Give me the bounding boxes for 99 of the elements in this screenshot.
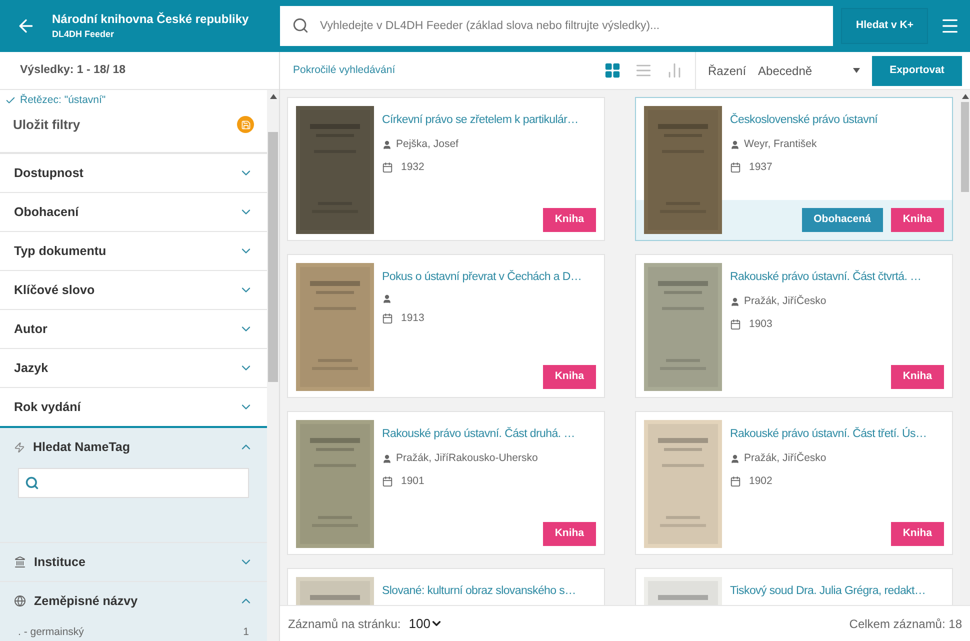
save-filters-label: Uložit filtry	[13, 116, 80, 134]
author-text: Pražák, JiříČesko	[744, 294, 826, 309]
year-text: 1903	[749, 316, 772, 332]
filter-header[interactable]: Instituce	[0, 543, 267, 582]
author-text: Pražák, JiříRakousko-Uhersko	[396, 451, 538, 466]
year-text: 1913	[401, 311, 424, 326]
calendar-icon	[730, 162, 741, 174]
app-subtitle: DL4DH Feeder	[52, 28, 116, 42]
result-card[interactable]: Pokus o ústavní převrat v Čechách a D… 1913 Kniha	[287, 254, 605, 398]
result-card[interactable]: Slované: kulturní obraz slovanského s…	[287, 568, 605, 605]
calendar-icon	[730, 319, 741, 330]
save-button[interactable]	[237, 116, 254, 133]
result-card[interactable]: Rakouské právo ústavní. Část třetí. Ús… Pražák, JiříČesko 1902 Kniha	[635, 411, 953, 555]
result-title[interactable]: Slované: kulturní obraz slovanského s…	[382, 583, 596, 599]
result-title[interactable]: Tiskový soud Dra. Julia Grégra, redakt…	[730, 583, 944, 599]
result-title[interactable]: Církevní právo se zřetelem k partikulár…	[382, 112, 596, 128]
filter-header[interactable]: Typ dokumentu	[0, 232, 267, 270]
filter-label: Rok vydání	[14, 398, 82, 416]
results-count: Výsledky: 1 - 18/ 18	[20, 62, 126, 78]
filter-header[interactable]: Obohacení	[0, 193, 267, 232]
filter-header[interactable]: Rok vydání	[0, 388, 267, 426]
scroll-up-icon[interactable]	[270, 94, 276, 99]
caret-icon[interactable]	[853, 68, 860, 73]
sort-value: Abecedně	[758, 62, 814, 80]
filter-header[interactable]: Zeměpisné názvy	[0, 582, 267, 620]
person-icon	[382, 140, 392, 150]
year-text: 1932	[401, 160, 424, 175]
result-card[interactable]: Církevní právo se zřetelem k partikulár… Pejška, Josef 1932 Kniha	[287, 97, 605, 241]
scroll-up-icon[interactable]	[962, 94, 968, 99]
chart-view-icon[interactable]	[666, 62, 683, 79]
option-label[interactable]: . - germainský	[18, 625, 84, 641]
save-icon	[240, 120, 250, 130]
filter-label: Instituce	[34, 554, 86, 571]
filter-label: Autor	[14, 320, 48, 338]
type-tag: Kniha	[542, 208, 596, 232]
nametag-search-field[interactable]	[18, 468, 249, 498]
year-text: 1937	[749, 160, 772, 175]
person-icon	[382, 294, 392, 304]
grid-view-icon[interactable]	[604, 62, 621, 79]
search-field[interactable]: Vyhledejte v DL4DH Feeder (základ slova nebo filtrujte výsledky)...	[280, 6, 833, 46]
bolt-icon	[14, 442, 25, 453]
calendar-icon	[730, 476, 741, 488]
year-text: 1901	[401, 474, 424, 489]
type-tag: Kniha	[890, 208, 944, 232]
result-card[interactable]: Československé právo ústavní Weyr, František 1937 Obohacená Kniha	[635, 97, 953, 241]
filter-header[interactable]: Autor	[0, 310, 267, 348]
advanced-search-link[interactable]: Pokročilé vyhledávání	[280, 62, 396, 78]
person-icon	[730, 140, 740, 150]
filter-header[interactable]: Dostupnost	[0, 154, 267, 192]
author-text: Pražák, JiříČesko	[744, 451, 826, 466]
type-tag: Kniha	[890, 365, 944, 389]
total-count: Celkem záznamů: 18	[849, 616, 962, 632]
person-icon	[382, 454, 392, 464]
calendar-icon	[382, 162, 393, 174]
enriched-tag: Obohacená	[802, 208, 883, 232]
per-page-label: Záznamů na stránku:	[288, 616, 401, 632]
result-title[interactable]: Rakouské právo ústavní. Část třetí. Ús…	[730, 426, 944, 442]
sort-label: Řazení	[708, 62, 746, 80]
result-title[interactable]: Rakouské právo ústavní. Část čtvrtá. …	[730, 269, 944, 285]
scrollbar-thumb[interactable]	[961, 102, 969, 192]
result-title[interactable]: Pokus o ústavní převrat v Čechách a D…	[382, 269, 596, 285]
globe-icon	[14, 595, 26, 608]
result-card[interactable]: Rakouské právo ústavní. Část čtvrtá. … Pražák, JiříČesko 1903 Kniha	[635, 254, 953, 398]
search-icon	[292, 17, 309, 34]
bank-icon	[14, 556, 26, 568]
filter-header[interactable]: Jazyk	[0, 349, 267, 388]
calendar-icon	[382, 313, 393, 324]
author-text: Weyr, František	[744, 137, 817, 152]
search-icon	[25, 476, 39, 490]
active-filter[interactable]: Řetězec: "ústavní"	[20, 93, 106, 109]
person-icon	[730, 454, 740, 464]
person-icon	[730, 296, 740, 307]
sidebar-scrollbar[interactable]	[267, 90, 279, 641]
filter-label: Klíčové slovo	[14, 282, 96, 299]
search-k-button[interactable]: Hledat v K+	[841, 8, 928, 44]
result-title[interactable]: Rakouské právo ústavní. Část druhá. …	[382, 426, 596, 442]
type-tag: Kniha	[542, 365, 596, 389]
list-view-icon[interactable]	[635, 62, 652, 79]
filter-label: Zeměpisné názvy	[34, 592, 139, 610]
export-button[interactable]: Exportovat	[872, 56, 962, 86]
type-tag: Kniha	[542, 522, 596, 546]
scrollbar-thumb[interactable]	[268, 132, 278, 382]
filter-label: Obohacení	[14, 204, 80, 221]
filter-header[interactable]: Klíčové slovo	[0, 271, 267, 310]
filter-label: Dostupnost	[14, 164, 84, 182]
result-card[interactable]: Rakouské právo ústavní. Část druhá. … Pražák, JiříRakousko-Uhersko 1901 Kniha	[287, 411, 605, 555]
library-title: Národní knihovna České republiky	[52, 11, 250, 28]
filter-label: Typ dokumentu	[14, 242, 108, 260]
calendar-icon	[382, 476, 393, 488]
filter-label: Jazyk	[14, 360, 50, 377]
per-page-select[interactable]: 100	[408, 614, 444, 634]
result-title[interactable]: Československé právo ústavní	[730, 112, 944, 128]
option-count: 1	[243, 625, 249, 640]
type-tag: Kniha	[890, 522, 944, 546]
sort-dropdown[interactable]: Řazení Abecedně	[696, 52, 872, 89]
result-card[interactable]: Tiskový soud Dra. Julia Grégra, redakt…	[635, 568, 953, 605]
year-text: 1902	[749, 474, 772, 489]
author-text: Pejška, Josef	[396, 137, 458, 152]
filter-label: Hledat NameTag	[33, 438, 132, 456]
